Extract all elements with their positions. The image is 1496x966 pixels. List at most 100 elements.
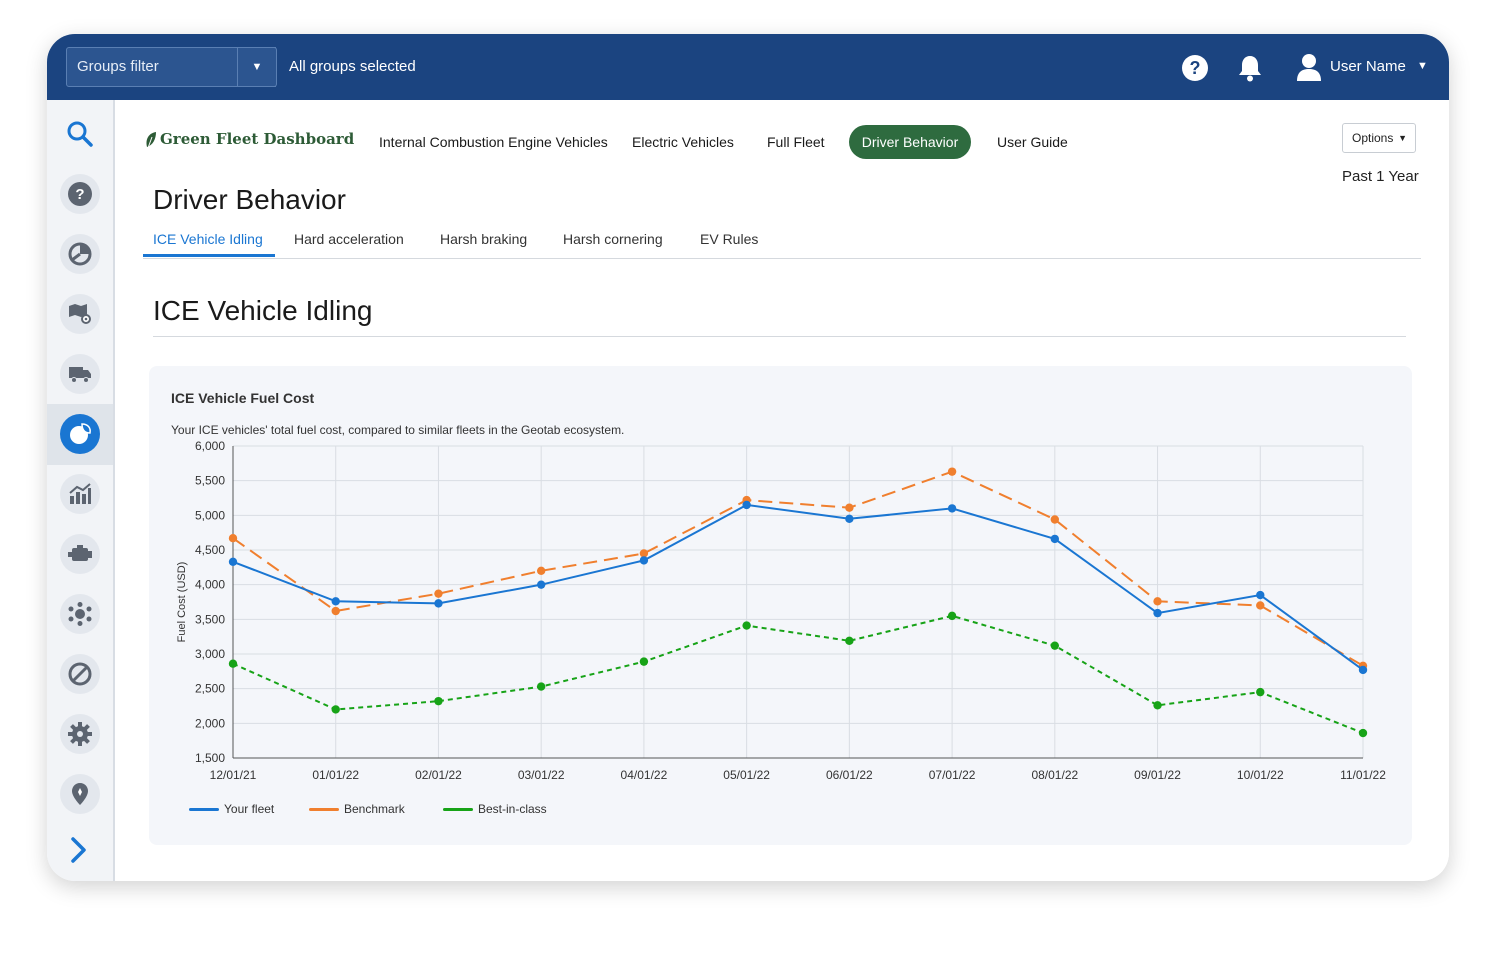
- data-point: [742, 500, 751, 510]
- legend-swatch: [443, 808, 473, 812]
- y-tick-label: 2,000: [195, 716, 225, 730]
- data-point: [434, 589, 443, 598]
- nav-electric-vehicles[interactable]: Electric Vehicles: [632, 134, 734, 150]
- search-icon[interactable]: [66, 120, 94, 153]
- rules-icon[interactable]: [60, 654, 100, 694]
- data-point: [742, 621, 751, 630]
- active-tab-indicator: [143, 254, 275, 257]
- expand-icon[interactable]: [68, 836, 90, 869]
- x-tick-label: 04/01/22: [621, 768, 668, 782]
- data-point: [331, 705, 340, 714]
- data-point: [845, 503, 854, 512]
- legend-your-fleet[interactable]: Your fleet: [189, 802, 274, 816]
- y-axis-label: Fuel Cost (USD): [176, 562, 188, 643]
- legend-best-in-class[interactable]: Best-in-class: [443, 802, 547, 816]
- data-point: [536, 566, 546, 575]
- y-tick-label: 5,000: [195, 508, 225, 522]
- tab-harsh-cornering[interactable]: Harsh cornering: [563, 231, 663, 247]
- data-point: [1256, 601, 1265, 610]
- data-point: [228, 557, 238, 566]
- main-content: Green Fleet Dashboard Internal Combustio…: [115, 100, 1449, 881]
- x-tick-label: 02/01/22: [415, 768, 462, 782]
- legend-benchmark[interactable]: Benchmark: [309, 802, 405, 816]
- x-tick-label: 08/01/22: [1031, 768, 1078, 782]
- sidebar: ?: [47, 100, 115, 881]
- data-point: [536, 682, 546, 691]
- x-tick-label: 10/01/22: [1237, 768, 1284, 782]
- data-point: [1050, 515, 1060, 524]
- truck-icon[interactable]: [60, 354, 100, 394]
- nav-ice-vehicles[interactable]: Internal Combustion Engine Vehicles: [379, 134, 608, 150]
- map-icon[interactable]: [60, 294, 100, 334]
- y-tick-label: 4,500: [195, 543, 225, 557]
- data-point: [947, 504, 957, 513]
- legend-swatch: [309, 808, 339, 812]
- notification-bell-icon[interactable]: [1237, 54, 1263, 82]
- user-name-menu[interactable]: User Name: [1330, 58, 1406, 75]
- data-point: [434, 599, 443, 608]
- y-tick-label: 4,000: [195, 578, 225, 592]
- data-point: [1358, 665, 1368, 675]
- data-point: [639, 657, 649, 666]
- data-point: [845, 514, 854, 523]
- options-button[interactable]: Options ▼: [1342, 123, 1416, 153]
- data-point: [228, 534, 238, 543]
- x-tick-label: 09/01/22: [1134, 768, 1181, 782]
- tab-harsh-braking[interactable]: Harsh braking: [440, 231, 527, 247]
- svg-text:?: ?: [75, 186, 84, 203]
- pie-chart-icon[interactable]: [60, 234, 100, 274]
- tab-ev-rules[interactable]: EV Rules: [700, 231, 758, 247]
- help-button[interactable]: ?: [1182, 55, 1208, 81]
- data-point: [1153, 701, 1162, 710]
- data-point: [1050, 641, 1060, 650]
- data-point: [1050, 534, 1060, 544]
- legend-swatch: [189, 808, 219, 812]
- fuel-cost-chart-card: ICE Vehicle Fuel Cost Your ICE vehicles'…: [149, 366, 1412, 845]
- y-tick-label: 2,500: [195, 682, 225, 696]
- help-icon[interactable]: ?: [60, 174, 100, 214]
- network-icon[interactable]: [60, 594, 100, 634]
- settings-icon[interactable]: [60, 714, 100, 754]
- y-tick-label: 3,000: [195, 647, 225, 661]
- data-point: [434, 696, 443, 706]
- x-tick-label: 12/01/21: [210, 768, 257, 782]
- nav-full-fleet[interactable]: Full Fleet: [767, 134, 825, 150]
- legend-label: Benchmark: [344, 802, 405, 816]
- x-tick-label: 07/01/22: [929, 768, 976, 782]
- leaf-icon: [146, 132, 156, 149]
- user-avatar-icon[interactable]: [1296, 52, 1322, 82]
- options-label: Options: [1352, 131, 1394, 145]
- top-bar: Groups filter ▼ All groups selected ? Us…: [47, 34, 1449, 100]
- series-line-best-in-class: [232, 614, 1364, 734]
- data-point: [947, 611, 957, 621]
- period-label: Past 1 Year: [1342, 168, 1419, 185]
- y-tick-label: 6,000: [195, 439, 225, 453]
- page-title: Driver Behavior: [153, 184, 346, 215]
- data-point: [1358, 728, 1368, 738]
- y-tick-label: 3,500: [195, 612, 225, 626]
- sustainability-icon[interactable]: [60, 414, 100, 454]
- data-point: [1256, 590, 1265, 600]
- y-tick-label: 1,500: [195, 751, 225, 765]
- nav-driver-behavior[interactable]: Driver Behavior: [849, 125, 971, 159]
- data-point: [536, 580, 546, 589]
- data-point: [228, 659, 238, 668]
- x-tick-label: 05/01/22: [723, 768, 770, 782]
- tab-ice-vehicle-idling[interactable]: ICE Vehicle Idling: [153, 231, 263, 247]
- series-line-your-fleet: [232, 503, 1364, 671]
- legend-label: Best-in-class: [478, 802, 547, 816]
- data-point: [947, 467, 957, 476]
- caret-down-icon: ▼: [1398, 133, 1407, 143]
- x-tick-label: 01/01/22: [312, 768, 359, 782]
- location-icon[interactable]: [60, 774, 100, 814]
- engine-icon[interactable]: [60, 534, 100, 574]
- caret-down-icon[interactable]: ▼: [1417, 58, 1428, 75]
- section-title: ICE Vehicle Idling: [153, 295, 373, 326]
- chevron-down-icon[interactable]: ▼: [237, 47, 277, 87]
- tab-hard-acceleration[interactable]: Hard acceleration: [294, 231, 404, 247]
- groups-status-text: All groups selected: [289, 58, 416, 75]
- analytics-icon[interactable]: [60, 474, 100, 514]
- nav-user-guide[interactable]: User Guide: [997, 134, 1068, 150]
- data-point: [845, 636, 854, 646]
- data-point: [331, 606, 340, 616]
